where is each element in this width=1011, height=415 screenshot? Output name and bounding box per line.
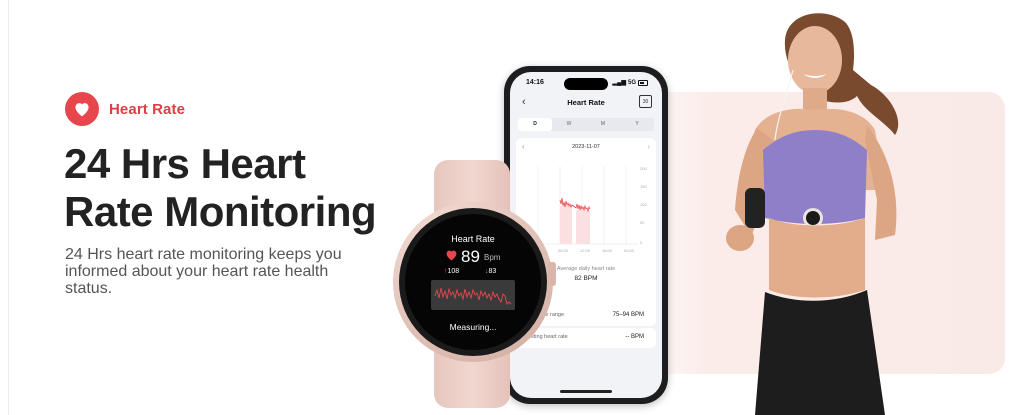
x-tick: 00:00: [624, 248, 635, 253]
watch-status: Measuring...: [449, 322, 497, 332]
network-label: 5G: [627, 79, 636, 86]
watch-min-value: 83: [488, 268, 497, 275]
calendar-icon[interactable]: 30: [639, 95, 652, 108]
battery-icon: [638, 79, 648, 86]
y-tick: 200: [640, 166, 647, 171]
headline-line-2: Rate Monitoring: [64, 188, 377, 235]
y-tick: 100: [640, 202, 647, 207]
home-indicator: [560, 390, 612, 393]
chevron-right-icon[interactable]: ›: [647, 142, 650, 151]
page-title: 24 Hrs Heart Rate Monitoring: [64, 140, 424, 236]
watch-screen: Heart Rate 89 Bpm ↑108 ↓83 Measuring...: [405, 214, 541, 350]
y-tick: 50: [640, 220, 645, 225]
runner-armband: [745, 188, 765, 228]
tab-day[interactable]: D: [518, 118, 552, 131]
x-tick: 18:00: [602, 248, 613, 253]
tab-month[interactable]: M: [586, 118, 620, 131]
watch-heart-rate-graph: [431, 280, 515, 310]
watch-title: Heart Rate: [451, 234, 495, 244]
heart-icon: [65, 92, 99, 126]
x-tick: 06:00: [558, 248, 569, 253]
watch-min: ↓83: [485, 268, 496, 275]
dynamic-island: [564, 78, 608, 90]
tab-week[interactable]: W: [552, 118, 586, 131]
runner-image: [726, 13, 899, 415]
y-tick: 0: [640, 240, 643, 245]
status-icons: ▂▄▆ 5G: [612, 79, 648, 86]
tab-year[interactable]: Y: [620, 118, 654, 131]
watch-heart-rate-value: 89: [461, 247, 480, 266]
page-edge-divider: [8, 0, 9, 415]
watch-max-value: 108: [447, 268, 460, 275]
period-tabs: D W M Y: [518, 118, 654, 131]
runner-leggings: [755, 290, 885, 415]
x-tick: 12:00: [580, 248, 591, 253]
row-value: -- BPM: [625, 334, 644, 340]
watch-unit: Bpm: [484, 253, 501, 262]
status-time: 14:16: [526, 79, 544, 86]
chart-date: 2023-11-07: [572, 144, 600, 150]
feature-badge: Heart Rate: [65, 92, 185, 126]
row-value: 75–94 BPM: [612, 312, 644, 318]
runner-face: [788, 26, 842, 94]
y-tick: 150: [640, 184, 647, 189]
watch-crown: [548, 262, 556, 286]
signal-icon: ▂▄▆: [612, 80, 626, 86]
feature-description: 24 Hrs heart rate monitoring keeps you i…: [65, 246, 342, 297]
watch-max: ↑108: [444, 268, 459, 275]
headline-line-1: 24 Hrs Heart: [64, 140, 306, 187]
heart-icon: [446, 250, 457, 261]
feature-badge-label: Heart Rate: [109, 100, 186, 118]
